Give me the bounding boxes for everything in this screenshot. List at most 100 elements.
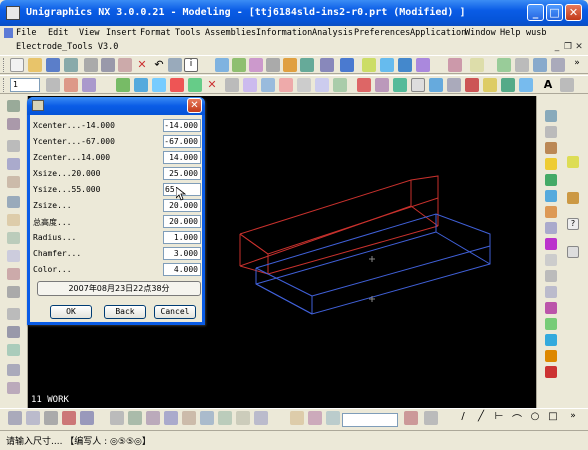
mdi-close-icon[interactable]: ✕ <box>574 42 584 52</box>
wcs-icon[interactable] <box>261 78 275 92</box>
rect-tool-icon[interactable]: □ <box>546 411 560 425</box>
maximize-button[interactable]: □ <box>546 4 563 21</box>
layout-icon[interactable] <box>545 174 557 186</box>
ok-button[interactable]: OK <box>50 305 92 319</box>
menu-edit[interactable]: Edit <box>48 28 68 38</box>
snap-mid-icon[interactable] <box>326 411 340 425</box>
select-icon[interactable] <box>64 78 78 92</box>
snap-point-icon[interactable] <box>290 411 304 425</box>
paint-icon[interactable] <box>416 58 430 72</box>
loft-icon[interactable] <box>7 250 20 262</box>
patch-icon[interactable] <box>7 326 20 338</box>
line-tool-icon[interactable]: / <box>456 411 470 425</box>
red-box-icon[interactable] <box>170 78 184 92</box>
camera-icon[interactable] <box>545 286 557 298</box>
view-top-icon[interactable] <box>545 110 557 122</box>
grid-red-icon[interactable] <box>357 78 371 92</box>
draft-icon[interactable] <box>7 382 20 394</box>
bottom-tool-1-icon[interactable] <box>8 411 22 425</box>
delete-icon[interactable]: ✕ <box>135 58 149 72</box>
offset-icon[interactable] <box>501 78 515 92</box>
edit-object-icon[interactable] <box>545 254 557 266</box>
back-button[interactable]: Back <box>104 305 146 319</box>
bottom-tool-13-icon[interactable] <box>236 411 250 425</box>
trim-icon[interactable] <box>483 78 497 92</box>
bottom-overflow-icon[interactable]: » <box>566 411 580 425</box>
display-icon[interactable] <box>398 58 412 72</box>
bottom-filter-icon[interactable] <box>424 411 438 425</box>
color-field[interactable]: 4.000 <box>163 263 201 276</box>
menu-file[interactable]: File <box>16 28 36 38</box>
menu-information[interactable]: Information <box>256 28 312 38</box>
flag-icon[interactable] <box>567 192 579 204</box>
bottom-tool-6-icon[interactable] <box>110 411 124 425</box>
repeat-icon[interactable] <box>168 58 182 72</box>
line-icon[interactable] <box>7 100 20 112</box>
layer-icon[interactable] <box>380 58 394 72</box>
menu-insert[interactable]: Insert <box>106 28 137 38</box>
work-layer-icon[interactable] <box>448 58 462 72</box>
paste-icon[interactable] <box>118 58 132 72</box>
tools-icon[interactable] <box>533 58 547 72</box>
snap-end-icon[interactable] <box>308 411 322 425</box>
point-icon[interactable] <box>82 78 96 92</box>
pan-icon[interactable] <box>266 58 280 72</box>
bottom-tool-4-icon[interactable] <box>62 411 76 425</box>
view-front-icon[interactable] <box>545 126 557 138</box>
curve-icon[interactable] <box>7 176 20 188</box>
xcenter-field[interactable]: -14.000 <box>163 119 201 132</box>
block-icon[interactable] <box>152 78 166 92</box>
bottom-tool-9-icon[interactable] <box>164 411 178 425</box>
marker-icon[interactable] <box>545 366 557 378</box>
cancel-button[interactable]: Cancel <box>154 305 196 319</box>
shell-icon[interactable] <box>429 78 443 92</box>
show-icon[interactable] <box>545 222 557 234</box>
annotation-icon[interactable] <box>560 78 574 92</box>
mesh-icon[interactable] <box>7 268 20 280</box>
date-button[interactable]: 2007年08月23日22点38分 <box>37 281 201 296</box>
help-icon[interactable]: ? <box>567 218 579 230</box>
text-icon[interactable]: A <box>541 78 555 92</box>
menu-tools[interactable]: Tools <box>175 28 201 38</box>
bottom-tool-11-icon[interactable] <box>200 411 214 425</box>
rotate-icon[interactable] <box>283 58 297 72</box>
transform-icon[interactable] <box>243 78 257 92</box>
view-iso-icon[interactable] <box>545 158 557 170</box>
surface-icon[interactable] <box>7 286 20 298</box>
dialog-close-button[interactable]: ✕ <box>187 98 202 113</box>
zoom-box-icon[interactable] <box>249 58 263 72</box>
hint-icon[interactable] <box>567 156 579 168</box>
customize-icon[interactable] <box>551 58 565 72</box>
chamfer-field[interactable]: 3.000 <box>163 247 201 260</box>
save-icon[interactable] <box>46 58 60 72</box>
toolbar-grip-2[interactable] <box>3 78 6 92</box>
arc-tool-icon[interactable]: ⌒ <box>510 411 524 426</box>
palette-icon[interactable] <box>545 302 557 314</box>
toolbar-grip[interactable] <box>3 58 6 72</box>
bottom-select-icon[interactable] <box>404 411 418 425</box>
menu-format[interactable]: Format <box>140 28 171 38</box>
toolbar-overflow-icon[interactable]: » <box>570 58 584 72</box>
print-icon[interactable] <box>64 58 78 72</box>
bottom-tool-2-icon[interactable] <box>26 411 40 425</box>
bottom-tool-14-icon[interactable] <box>254 411 268 425</box>
total-height-field[interactable]: 20.000 <box>163 215 201 228</box>
horizontal-tool-icon[interactable]: ⊢ <box>492 411 506 425</box>
menu-analysis[interactable]: Analysis <box>312 28 353 38</box>
circle-tool-icon[interactable]: ○ <box>528 411 542 425</box>
bottom-tool-10-icon[interactable] <box>182 411 196 425</box>
mdi-minimize-icon[interactable]: _ <box>552 42 562 52</box>
xsize-field[interactable]: 25.000 <box>163 167 201 180</box>
minimize-button[interactable]: _ <box>527 4 544 21</box>
grid-icon[interactable] <box>225 78 239 92</box>
info-icon[interactable]: i <box>184 58 198 72</box>
pattern-icon[interactable] <box>375 78 389 92</box>
feature-icon[interactable] <box>116 78 130 92</box>
clock-icon[interactable] <box>567 246 579 258</box>
zcenter-field[interactable]: 14.000 <box>163 151 201 164</box>
expand-icon[interactable] <box>7 140 20 152</box>
bridge-icon[interactable] <box>7 364 20 376</box>
bottom-tool-5-icon[interactable] <box>80 411 94 425</box>
filter-icon[interactable] <box>515 58 529 72</box>
green-tool-icon[interactable] <box>393 78 407 92</box>
